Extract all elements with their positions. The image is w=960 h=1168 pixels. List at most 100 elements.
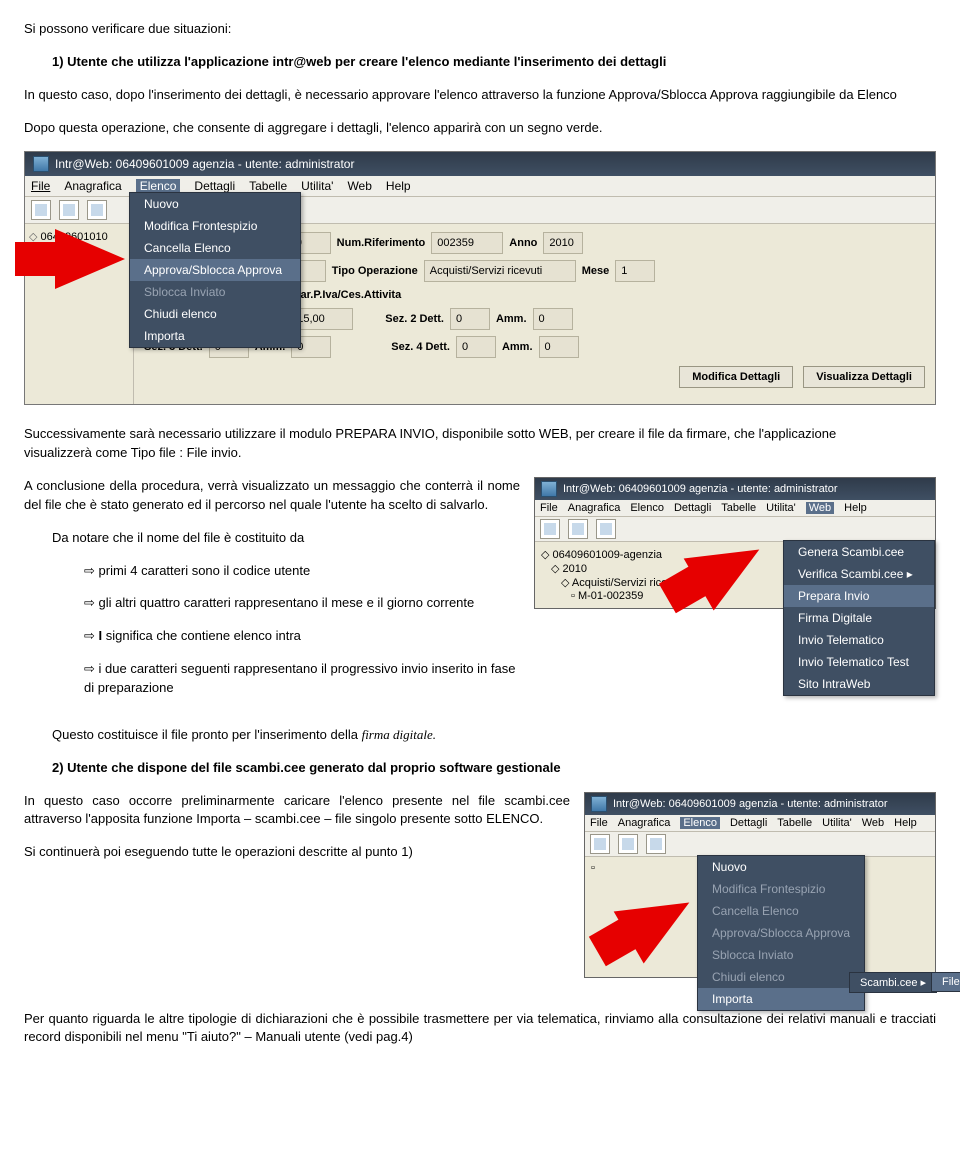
menu-file[interactable]: File xyxy=(31,179,50,193)
window-title: Intr@Web: 06409601009 agenzia - utente: … xyxy=(613,798,888,810)
submenu-file-singolo[interactable]: File singolo xyxy=(931,972,960,992)
menu-file[interactable]: File xyxy=(590,817,608,829)
case2-heading: 2) Utente che dispone del file scambi.ce… xyxy=(52,759,936,778)
case1-heading: 1) Utente che utilizza l'applicazione in… xyxy=(52,53,936,72)
menu-item-importa[interactable]: Importa xyxy=(698,988,864,1010)
menu-item-sblocca: Sblocca Inviato xyxy=(130,281,300,303)
menu-item-nuovo[interactable]: Nuovo xyxy=(130,193,300,215)
menu-item-firma[interactable]: Firma Digitale xyxy=(784,607,934,629)
menu-elenco[interactable]: Elenco xyxy=(630,502,664,514)
app-icon xyxy=(33,156,49,172)
menu-item-chiudi[interactable]: Chiudi elenco xyxy=(130,303,300,325)
label-sez2d: Sez. 2 Dett. xyxy=(385,313,444,325)
window-title: Intr@Web: 06409601009 agenzia - utente: … xyxy=(55,157,354,171)
menu-tabelle[interactable]: Tabelle xyxy=(721,502,756,514)
menu-utilita[interactable]: Utilita' xyxy=(822,817,852,829)
menu-item-cancella: Cancella Elenco xyxy=(698,900,864,922)
menu-tabelle[interactable]: Tabelle xyxy=(249,179,287,193)
menu-item-invio[interactable]: Invio Telematico xyxy=(784,629,934,651)
bullet-1: ⇨ primi 4 caratteri sono il codice utent… xyxy=(84,562,520,581)
toolbar-icon[interactable] xyxy=(618,834,638,854)
case2-p2: Si continuerà poi eseguendo tutte le ope… xyxy=(24,843,570,862)
menu-item-importa[interactable]: Importa xyxy=(130,325,300,347)
toolbar-icon[interactable] xyxy=(596,519,616,539)
menu-utilita[interactable]: Utilita' xyxy=(301,179,333,193)
elenco-dropdown: Nuovo Modifica Frontespizio Cancella Ele… xyxy=(129,192,301,348)
modifica-dettagli-button[interactable]: Modifica Dettagli xyxy=(679,366,793,388)
window-titlebar: Intr@Web: 06409601009 agenzia - utente: … xyxy=(25,152,935,176)
menu-dettagli[interactable]: Dettagli xyxy=(194,179,235,193)
menu-item-chiudi: Chiudi elenco xyxy=(698,966,864,988)
menu-item-modifica: Modifica Frontespizio xyxy=(698,878,864,900)
menu-anagrafica[interactable]: Anagrafica xyxy=(568,502,621,514)
callout-arrow-icon xyxy=(55,229,125,289)
label-varp: Var.P.Iva/Ces.Attivita xyxy=(294,289,401,301)
window-title: Intr@Web: 06409601009 agenzia - utente: … xyxy=(563,483,838,495)
footer-text: Per quanto riguarda le altre tipologie d… xyxy=(24,1010,936,1048)
menu-item-genera[interactable]: Genera Scambi.cee xyxy=(784,541,934,563)
field-mese[interactable]: 1 xyxy=(615,260,655,282)
menu-item-prepara[interactable]: Prepara Invio xyxy=(784,585,934,607)
menu-tabelle[interactable]: Tabelle xyxy=(777,817,812,829)
menu-help[interactable]: Help xyxy=(894,817,917,829)
field-sez4a[interactable]: 0 xyxy=(539,336,579,358)
case1-p1: In questo caso, dopo l'inserimento dei d… xyxy=(24,86,936,105)
field-sez2a[interactable]: 0 xyxy=(533,308,573,330)
menu-dettagli[interactable]: Dettagli xyxy=(730,817,767,829)
mid-p2: A conclusione della procedura, verrà vis… xyxy=(24,477,520,515)
label-sez4d: Sez. 4 Dett. xyxy=(391,341,450,353)
label-num-rif: Num.Riferimento xyxy=(337,237,426,249)
note-lead: Da notare che il nome del file è costitu… xyxy=(52,529,520,548)
bullet-2: ⇨ gli altri quattro caratteri rappresent… xyxy=(84,594,520,613)
menu-file[interactable]: File xyxy=(540,502,558,514)
bullet-3: ⇨ I significa che contiene elenco intra xyxy=(84,627,520,646)
menu-item-approva: Approva/Sblocca Approva xyxy=(698,922,864,944)
toolbar-icon[interactable] xyxy=(31,200,51,220)
toolbar-icon[interactable] xyxy=(59,200,79,220)
menu-item-nuovo[interactable]: Nuovo xyxy=(698,856,864,878)
menu-item-invio-test[interactable]: Invio Telematico Test xyxy=(784,651,934,673)
menu-web[interactable]: Web xyxy=(862,817,884,829)
bullet-4: ⇨ i due caratteri seguenti rappresentano… xyxy=(84,660,520,698)
toolbar-icon[interactable] xyxy=(646,834,666,854)
menu-item-sito[interactable]: Sito IntraWeb xyxy=(784,673,934,695)
menu-web[interactable]: Web xyxy=(806,502,834,514)
toolbar-icon[interactable] xyxy=(590,834,610,854)
menu-web[interactable]: Web xyxy=(347,179,371,193)
screenshot-elenco-menu: Intr@Web: 06409601009 agenzia - utente: … xyxy=(24,151,936,405)
elenco-dropdown: Nuovo Modifica Frontespizio Cancella Ele… xyxy=(697,855,865,1011)
menu-elenco[interactable]: Elenco xyxy=(680,817,720,829)
menu-dettagli[interactable]: Dettagli xyxy=(674,502,711,514)
menu-help[interactable]: Help xyxy=(386,179,411,193)
field-num-rif[interactable]: 002359 xyxy=(431,232,503,254)
submenu-scambi[interactable]: Scambi.cee ▸ xyxy=(849,972,937,993)
field-anno[interactable]: 2010 xyxy=(543,232,583,254)
visualizza-dettagli-button[interactable]: Visualizza Dettagli xyxy=(803,366,925,388)
menu-elenco[interactable]: Elenco xyxy=(136,179,181,193)
app-icon xyxy=(591,796,607,812)
field-tipo-op[interactable]: Acquisti/Servizi ricevuti xyxy=(424,260,576,282)
menu-anagrafica[interactable]: Anagrafica xyxy=(64,179,121,193)
menu-item-approva[interactable]: Approva/Sblocca Approva xyxy=(130,259,300,281)
field-sez2d[interactable]: 0 xyxy=(450,308,490,330)
toolbar-icon[interactable] xyxy=(568,519,588,539)
label-mese: Mese xyxy=(582,265,610,277)
menu-item-cancella[interactable]: Cancella Elenco xyxy=(130,237,300,259)
case1-p2: Dopo questa operazione, che consente di … xyxy=(24,119,936,138)
case2-p1: In questo caso occorre preliminarmente c… xyxy=(24,792,570,830)
menu-item-sblocca: Sblocca Inviato xyxy=(698,944,864,966)
field-sez4d[interactable]: 0 xyxy=(456,336,496,358)
label-amm2: Amm. xyxy=(496,313,527,325)
menu-utilita[interactable]: Utilita' xyxy=(766,502,796,514)
label-anno: Anno xyxy=(509,237,537,249)
menu-help[interactable]: Help xyxy=(844,502,867,514)
toolbar-icon[interactable] xyxy=(87,200,107,220)
menu-item-verifica[interactable]: Verifica Scambi.cee ▸ xyxy=(784,563,934,585)
toolbar-icon[interactable] xyxy=(540,519,560,539)
intro-text: Si possono verificare due situazioni: xyxy=(24,20,936,39)
app-icon xyxy=(541,481,557,497)
menu-anagrafica[interactable]: Anagrafica xyxy=(618,817,671,829)
mid-p1: Successivamente sarà necessario utilizza… xyxy=(24,425,936,463)
menu-item-modifica[interactable]: Modifica Frontespizio xyxy=(130,215,300,237)
label-tipo-op: Tipo Operazione xyxy=(332,265,418,277)
